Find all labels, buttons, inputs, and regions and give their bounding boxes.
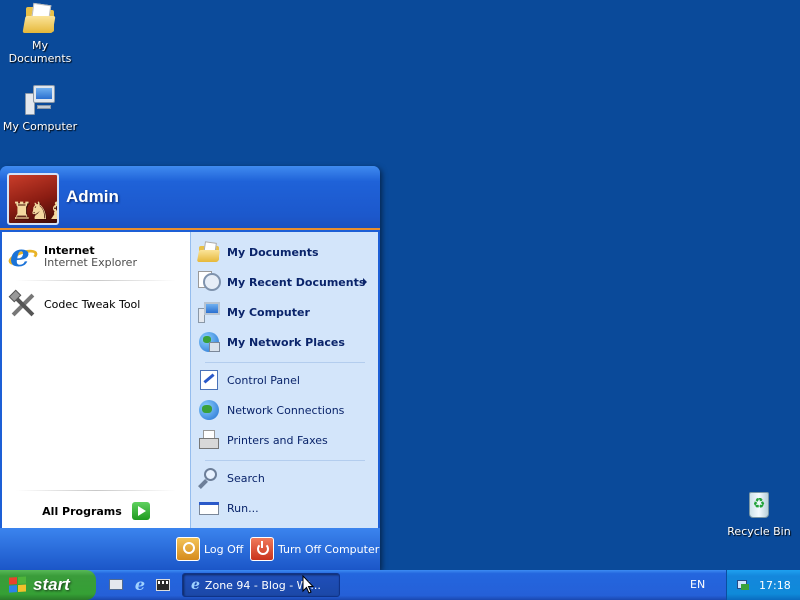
pinned-item-internet[interactable]: e Internet Internet Explorer xyxy=(6,238,184,274)
start-menu-footer: Log Off Turn Off Computer xyxy=(0,528,380,570)
divider xyxy=(205,460,365,461)
place-control-panel[interactable]: Control Panel xyxy=(197,366,373,394)
place-label: My Computer xyxy=(227,305,310,319)
desktop-icon-label: My Computer xyxy=(2,120,78,133)
place-my-network-places[interactable]: My Network Places xyxy=(197,328,373,356)
internet-explorer-icon: e xyxy=(6,238,40,274)
desktop-icon-recycle-bin[interactable]: ♻ Recycle Bin xyxy=(719,488,799,538)
network-connections-icon xyxy=(197,398,221,422)
start-menu-programs-pane: e Internet Internet Explorer Codec Tweak… xyxy=(2,232,190,528)
taskbar-window-button[interactable]: e Zone 94 - Blog - Wi... xyxy=(182,573,340,597)
control-panel-icon xyxy=(197,368,221,392)
log-off-button[interactable]: Log Off xyxy=(176,537,243,561)
taskbar: start e e Zone 94 - Blog - Wi... EN 17:1… xyxy=(0,570,800,600)
turn-off-computer-button[interactable]: Turn Off Computer xyxy=(250,537,379,561)
divider xyxy=(16,490,176,491)
log-off-label: Log Off xyxy=(204,542,244,556)
place-label: Run... xyxy=(227,501,259,515)
place-network-connections[interactable]: Network Connections xyxy=(197,396,373,424)
desktop-icon-my-computer[interactable]: My Computer xyxy=(0,83,80,133)
pinned-item-subtitle: Internet Explorer xyxy=(44,256,137,269)
all-programs-button[interactable]: All Programs xyxy=(2,494,190,528)
turn-off-label: Turn Off Computer xyxy=(278,542,380,556)
user-name: Admin xyxy=(66,187,119,206)
power-icon xyxy=(250,537,274,561)
place-label: Network Connections xyxy=(227,403,345,417)
clock[interactable]: 17:18 xyxy=(759,579,791,592)
key-icon xyxy=(176,537,200,561)
start-button[interactable]: start xyxy=(0,570,96,600)
place-label: My Recent Documents xyxy=(227,275,366,289)
place-label: My Documents xyxy=(227,245,319,259)
all-programs-label: All Programs xyxy=(42,504,122,518)
place-my-computer[interactable]: My Computer xyxy=(197,298,373,326)
place-my-documents[interactable]: My Documents xyxy=(196,238,373,266)
search-icon xyxy=(197,466,221,490)
place-label: My Network Places xyxy=(227,335,345,349)
divider xyxy=(205,362,365,363)
network-status-icon[interactable] xyxy=(736,578,750,592)
folder-documents-icon xyxy=(22,2,57,36)
place-label: Printers and Faxes xyxy=(227,433,328,447)
place-my-recent-documents[interactable]: My Recent Documents xyxy=(197,268,373,296)
recent-item-codec-tweak-tool[interactable]: Codec Tweak Tool xyxy=(8,288,184,322)
recent-item-label: Codec Tweak Tool xyxy=(44,298,141,311)
system-tray: 17:18 xyxy=(726,570,800,600)
arrow-right-icon xyxy=(131,502,150,520)
desktop-icon-my-documents[interactable]: My Documents xyxy=(0,2,80,65)
divider xyxy=(16,280,176,281)
tools-icon xyxy=(8,289,38,320)
start-label: start xyxy=(33,575,70,594)
recent-documents-icon xyxy=(197,270,221,294)
internet-explorer-icon: e xyxy=(191,577,200,593)
network-places-icon xyxy=(197,330,221,354)
language-indicator[interactable]: EN xyxy=(690,578,705,591)
media-player-icon[interactable] xyxy=(154,576,172,594)
internet-explorer-icon[interactable]: e xyxy=(131,576,149,594)
place-search[interactable]: Search xyxy=(197,464,373,492)
computer-icon xyxy=(197,300,221,324)
desktop-icon-label: Recycle Bin xyxy=(727,525,791,538)
place-label: Search xyxy=(227,471,265,485)
start-menu-header: ♜♞♝ Admin xyxy=(0,166,380,230)
start-menu-places-pane: My Documents My Recent Documents My Comp… xyxy=(190,232,378,528)
run-icon xyxy=(197,496,221,520)
windows-logo-icon xyxy=(9,576,27,593)
folder-icon xyxy=(196,240,221,264)
desktop-icon-label: My Documents xyxy=(8,39,72,65)
place-run[interactable]: Run... xyxy=(197,494,373,522)
show-desktop-icon[interactable] xyxy=(108,576,126,594)
user-avatar[interactable]: ♜♞♝ xyxy=(7,173,59,225)
submenu-arrow-icon xyxy=(363,278,367,286)
printer-icon xyxy=(197,428,221,452)
computer-icon xyxy=(23,83,57,117)
start-menu: ♜♞♝ Admin e Internet Internet Explorer C… xyxy=(0,166,380,570)
recycle-bin-icon: ♻ xyxy=(742,488,776,522)
place-label: Control Panel xyxy=(227,373,300,387)
place-printers-and-faxes[interactable]: Printers and Faxes xyxy=(197,426,373,454)
